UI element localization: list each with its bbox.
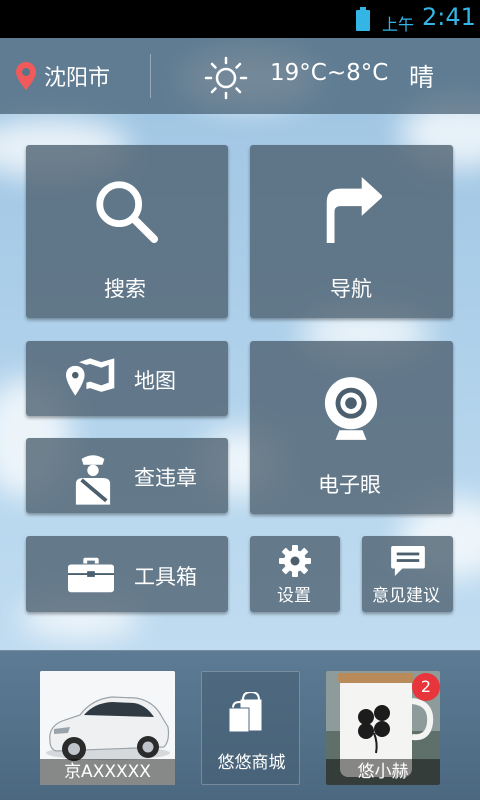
violation-label: 查违章 bbox=[134, 466, 197, 490]
map-tile[interactable]: 地图 bbox=[26, 341, 228, 416]
violation-tile[interactable]: 查违章 bbox=[26, 438, 228, 513]
shopping-bag-icon bbox=[228, 692, 262, 732]
my-car-tile[interactable]: 京AXXXXX bbox=[40, 671, 175, 785]
feedback-tile[interactable]: 意见建议 bbox=[362, 536, 453, 612]
city-name[interactable]: 沈阳市 bbox=[44, 60, 110, 92]
mall-label: 悠悠商城 bbox=[217, 753, 286, 773]
toolbox-tile[interactable]: 工具箱 bbox=[26, 536, 228, 612]
search-label: 搜索 bbox=[104, 277, 146, 301]
car-plate-label: 京AXXXXX bbox=[40, 759, 175, 785]
feedback-label: 意见建议 bbox=[372, 586, 440, 606]
chat-bubble-icon bbox=[391, 546, 425, 576]
navigation-tile[interactable]: 导航 bbox=[250, 145, 453, 318]
temperature-range: 19°C~8°C bbox=[270, 60, 389, 86]
map-label: 地图 bbox=[134, 369, 176, 393]
map-icon bbox=[66, 358, 115, 396]
search-tile[interactable]: 搜索 bbox=[26, 145, 228, 318]
navigation-label: 导航 bbox=[330, 277, 372, 301]
status-bar: 上午 2:41 bbox=[0, 0, 480, 38]
battery-icon bbox=[356, 7, 370, 31]
app-screen: 沈阳市 19°C~8°C 晴 搜索 导航 地图 查违章 电子眼 工具箱 设置 意… bbox=[0, 38, 480, 800]
sun-icon bbox=[204, 56, 248, 100]
turn-arrow-icon bbox=[326, 177, 382, 244]
status-clock: 2:41 bbox=[422, 3, 476, 31]
bottom-bar: 京AXXXXX 悠悠商城 悠小赫 2 bbox=[0, 650, 480, 800]
profile-name-label: 悠小赫 bbox=[326, 759, 440, 785]
settings-tile[interactable]: 设置 bbox=[250, 536, 340, 612]
electronic-eye-tile[interactable]: 电子眼 bbox=[250, 341, 453, 514]
gear-icon bbox=[279, 545, 311, 577]
location-pin-icon bbox=[16, 62, 36, 90]
electronic-eye-label: 电子眼 bbox=[318, 473, 381, 497]
toolbox-icon bbox=[68, 557, 114, 593]
weather-header: 沈阳市 19°C~8°C 晴 bbox=[0, 38, 480, 114]
status-ampm: 上午 bbox=[382, 15, 415, 34]
camera-icon bbox=[324, 377, 378, 440]
settings-label: 设置 bbox=[277, 586, 311, 606]
weather-condition: 晴 bbox=[409, 63, 435, 92]
notification-badge: 2 bbox=[412, 673, 440, 701]
toolbox-label: 工具箱 bbox=[134, 565, 197, 589]
traffic-police-icon bbox=[75, 455, 111, 505]
header-divider bbox=[150, 54, 151, 98]
mall-tile[interactable]: 悠悠商城 bbox=[201, 671, 300, 785]
search-icon bbox=[96, 181, 159, 244]
